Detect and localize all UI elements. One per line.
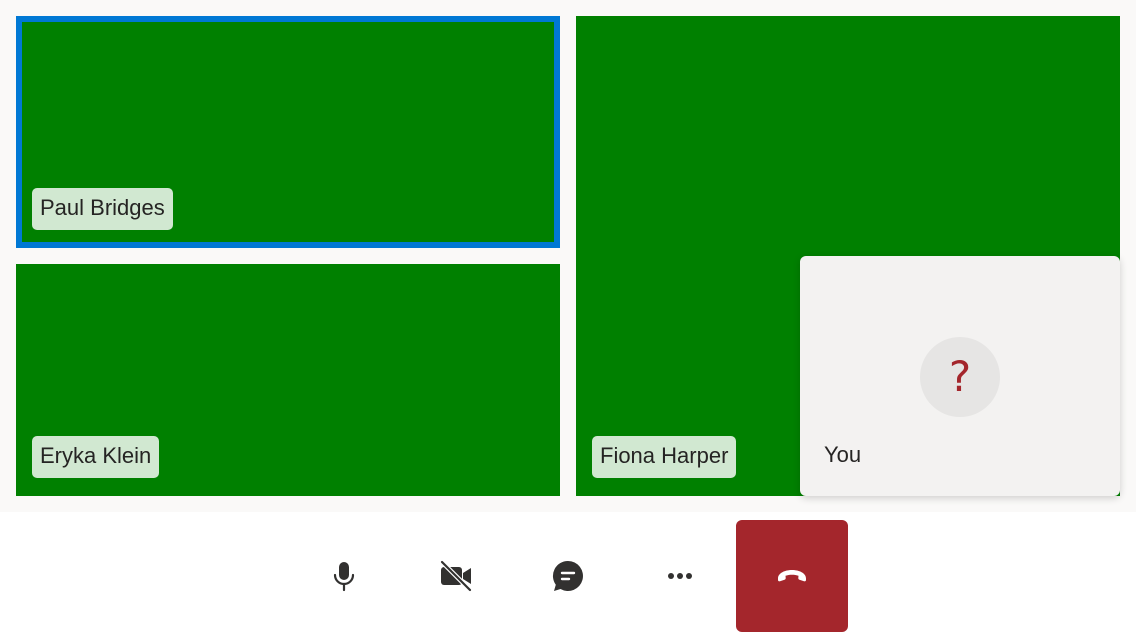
microphone-button[interactable] bbox=[288, 520, 400, 632]
self-view-label: You bbox=[824, 442, 862, 467]
self-view-tile[interactable]: ? You bbox=[800, 256, 1120, 496]
chat-icon bbox=[552, 560, 583, 591]
camera-toggle-button[interactable] bbox=[400, 520, 512, 632]
unknown-avatar-icon: ? bbox=[948, 352, 972, 401]
hang-up-icon bbox=[778, 570, 806, 582]
call-controls-toolbar bbox=[0, 512, 1136, 640]
more-options-button[interactable] bbox=[624, 520, 736, 632]
participant-name-label: Eryka Klein bbox=[32, 436, 160, 478]
video-stage: Paul Bridges Eryka Klein Fiona Harper ? … bbox=[0, 0, 1136, 512]
participant-name-label: Paul Bridges bbox=[32, 188, 173, 230]
participant-tile-eryka-klein[interactable]: Eryka Klein bbox=[16, 264, 560, 496]
self-avatar: ? bbox=[920, 337, 1000, 417]
participant-name-label: Fiona Harper bbox=[592, 436, 737, 478]
more-options-icon bbox=[668, 573, 692, 579]
microphone-icon bbox=[333, 562, 355, 592]
camera-off-icon bbox=[439, 559, 473, 593]
participant-tile-paul-bridges[interactable]: Paul Bridges bbox=[16, 16, 560, 248]
hang-up-button[interactable] bbox=[736, 520, 848, 632]
chat-button[interactable] bbox=[512, 520, 624, 632]
